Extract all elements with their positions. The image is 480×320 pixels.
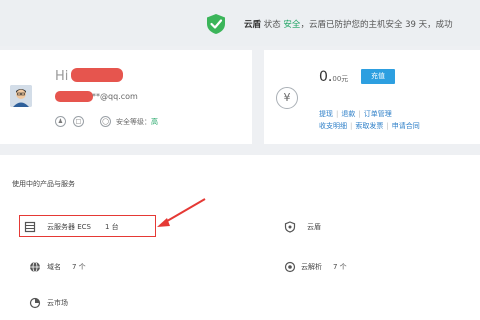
products-card: 使用中的产品与服务 云服务器 ECS 1 台 云盾 域名 7 个 云解析 7 个… <box>0 155 480 320</box>
invoice-link[interactable]: 索取发票 <box>355 122 383 130</box>
account-balance: 0.00元 <box>319 69 348 85</box>
withdraw-link[interactable]: 提现 <box>319 110 333 118</box>
refund-link[interactable]: 退款 <box>341 110 355 118</box>
link-separator: | <box>386 122 389 130</box>
account-links-row-1: 提现 | 退款 | 订单管理 <box>319 109 392 119</box>
user-card: Hi **@qq.com ♟ □ ◯ 安全等级：高 <box>0 50 252 144</box>
status-banner: 云盾 状态 安全，云盾已防护您的主机安全 39 天，成功 <box>0 0 480 46</box>
greeting: Hi <box>55 69 69 84</box>
avatar-icon <box>10 85 32 107</box>
order-management-link[interactable]: 订单管理 <box>364 110 392 118</box>
product-yundun[interactable]: 云盾 <box>280 217 400 237</box>
product-domain[interactable]: 域名 7 个 <box>25 257 145 277</box>
account-card: ¥ 0.00元 充值 提现 | 退款 | 订单管理 收支明细 | 索取发票 | 申请合同 <box>264 50 480 144</box>
market-icon <box>29 297 41 309</box>
redacted-email <box>55 91 93 102</box>
product-yundun-label: 云盾 <box>307 223 321 231</box>
link-separator: | <box>336 110 339 118</box>
banner-text-a: 状态 <box>261 20 284 30</box>
annotation-highlight-box <box>19 215 156 237</box>
redacted-username <box>71 68 123 82</box>
shield-check-icon <box>207 14 225 34</box>
product-market-label: 云市场 <box>47 299 68 307</box>
security-level: 安全等级：高 <box>116 117 158 127</box>
product-dns[interactable]: 云解析 7 个 <box>280 257 400 277</box>
contract-link[interactable]: 申请合同 <box>392 122 420 130</box>
security-icon[interactable]: ◯ <box>100 116 111 127</box>
transactions-link[interactable]: 收支明细 <box>319 122 347 130</box>
globe-icon <box>30 261 40 273</box>
section-title: 使用中的产品与服务 <box>12 180 75 188</box>
product-dns-count: 7 个 <box>333 263 347 271</box>
banner-message: 云盾 状态 安全，云盾已防护您的主机安全 39 天，成功 <box>244 18 453 30</box>
banner-text-b: ，云盾已防护您的主机安全 39 天，成功 <box>300 20 453 30</box>
security-level-value: 高 <box>151 118 158 126</box>
banner-brand: 云盾 <box>244 20 262 30</box>
recharge-button[interactable]: 充值 <box>361 69 395 84</box>
product-market[interactable]: 云市场 <box>25 293 145 313</box>
link-separator: | <box>358 110 361 118</box>
user-verify-icon[interactable]: ♟ <box>55 116 66 127</box>
avatar[interactable] <box>10 85 32 107</box>
banner-status: 安全 <box>283 20 301 30</box>
balance-main: 0. <box>319 69 333 85</box>
balance-unit: 00元 <box>332 75 349 83</box>
annotation-arrow-icon <box>157 198 206 227</box>
security-level-label: 安全等级： <box>116 118 151 126</box>
product-dns-label: 云解析 <box>301 263 322 271</box>
product-domain-count: 7 个 <box>72 263 86 271</box>
user-email: **@qq.com <box>92 92 138 101</box>
account-links-row-2: 收支明细 | 索取发票 | 申请合同 <box>319 121 420 131</box>
product-domain-label: 域名 <box>47 263 61 271</box>
link-separator: | <box>350 122 353 130</box>
id-card-icon[interactable]: □ <box>73 116 84 127</box>
dns-icon <box>284 261 296 273</box>
yen-icon: ¥ <box>276 87 298 109</box>
shield-icon <box>284 221 296 233</box>
